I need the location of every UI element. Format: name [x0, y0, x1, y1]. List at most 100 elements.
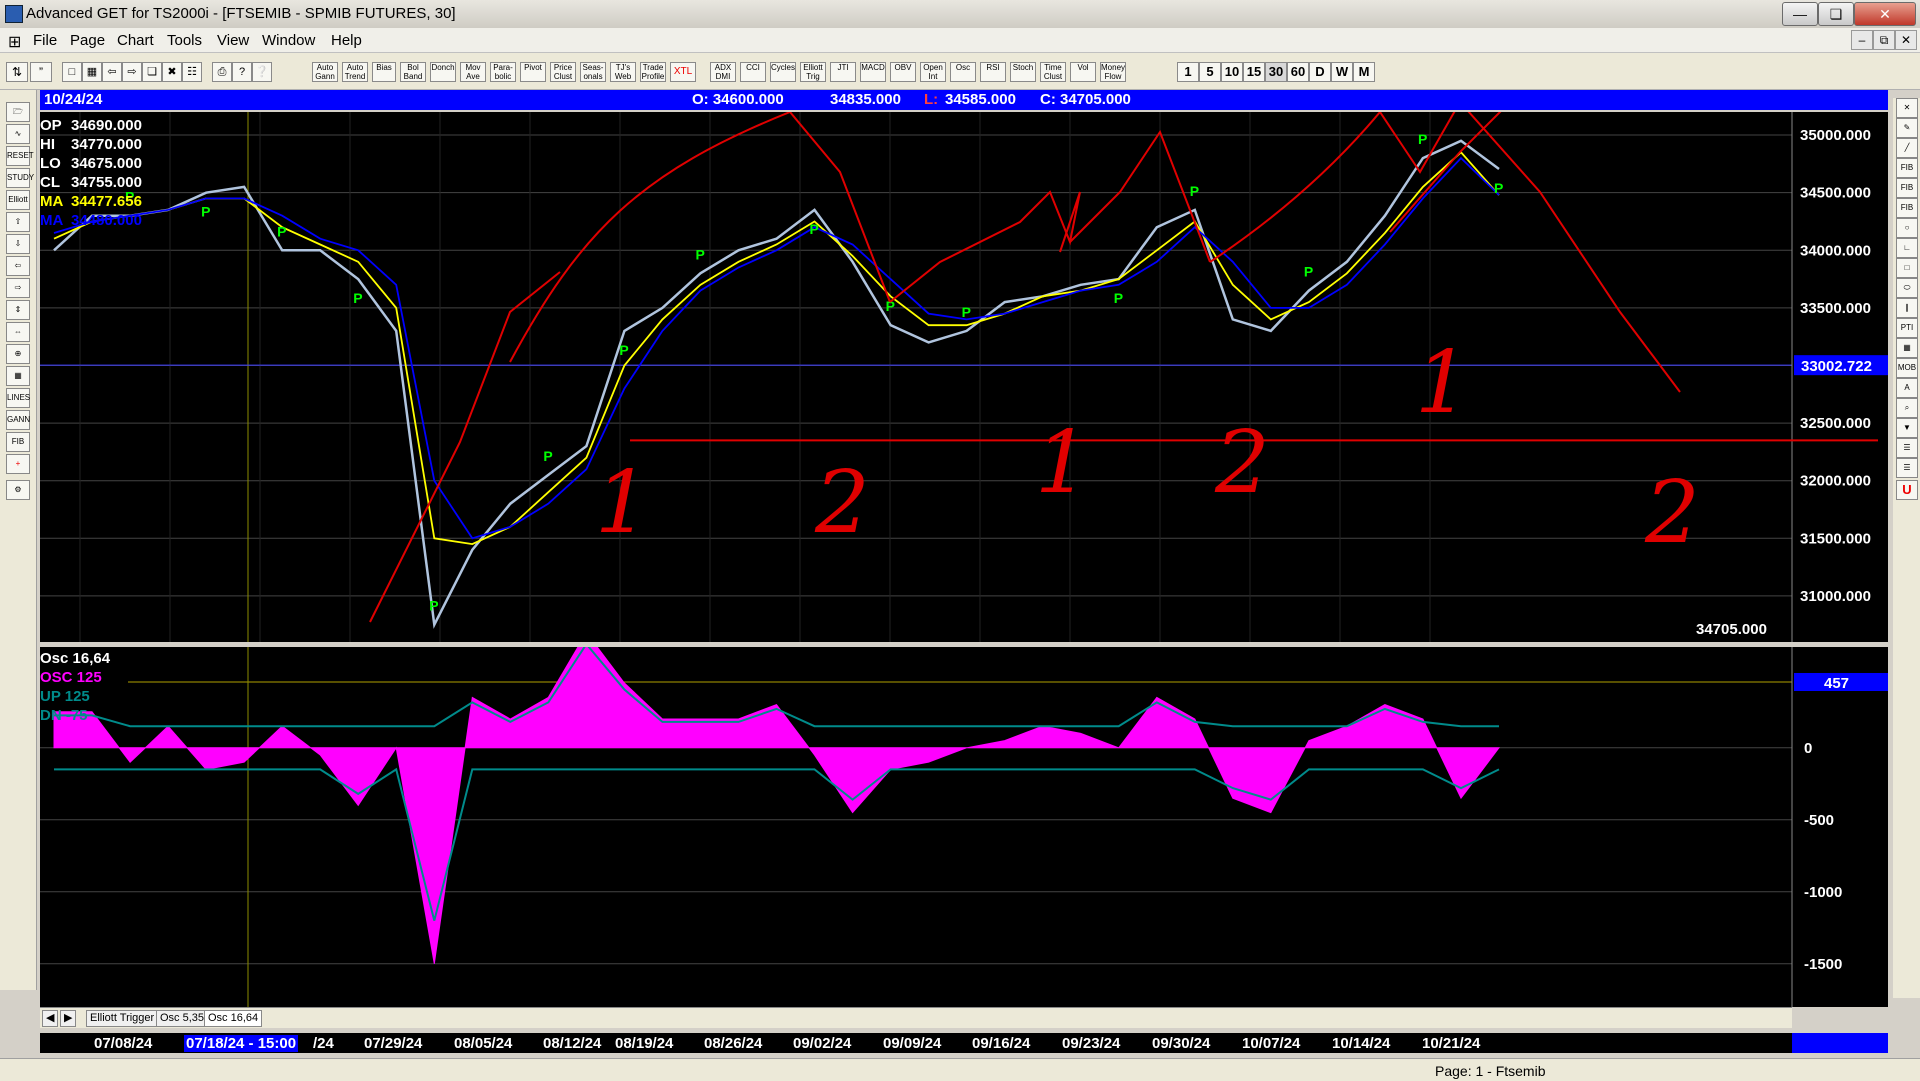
- expand-icon[interactable]: ⇔: [6, 322, 30, 342]
- cursor-icon[interactable]: ⇅: [6, 62, 28, 82]
- menu-view[interactable]: View: [217, 32, 249, 49]
- study-button-pivot[interactable]: Pivot: [520, 62, 546, 82]
- pti-button[interactable]: PTI: [1896, 318, 1918, 338]
- fib-button[interactable]: FIB: [6, 432, 30, 452]
- pencil-icon[interactable]: ✎: [1896, 118, 1918, 138]
- study-button-donch[interactable]: Donch: [430, 62, 456, 82]
- u-icon[interactable]: U: [1896, 480, 1918, 500]
- fib-time-button[interactable]: FIB: [1896, 198, 1918, 218]
- timeframe-button-w[interactable]: W: [1331, 62, 1353, 82]
- circle-icon[interactable]: ○: [1896, 218, 1918, 238]
- study-button-osc[interactable]: Osc: [950, 62, 976, 82]
- menu-window[interactable]: Window: [262, 32, 315, 49]
- arrow-up-icon[interactable]: ⇧: [6, 212, 30, 232]
- menu-help[interactable]: Help: [331, 32, 362, 49]
- menu-chart[interactable]: Chart: [117, 32, 154, 49]
- study-button-time-clust[interactable]: Time Clust: [1040, 62, 1066, 82]
- study-button-rsi[interactable]: RSI: [980, 62, 1006, 82]
- study-button-trade-profile[interactable]: Trade Profile: [640, 62, 666, 82]
- fib-ret-button[interactable]: FIB: [1896, 158, 1918, 178]
- tab-scroll-left[interactable]: ◀: [42, 1010, 59, 1027]
- folder-icon[interactable]: 🗁: [6, 102, 30, 122]
- list-icon[interactable]: ☰: [1896, 438, 1918, 458]
- doc-icon[interactable]: ⊞: [8, 32, 21, 52]
- box-icon[interactable]: □: [1896, 258, 1918, 278]
- marker-icon[interactable]: ▼: [1896, 418, 1918, 438]
- study-button-tj-s-web[interactable]: TJ's Web: [610, 62, 636, 82]
- study-button-cci[interactable]: CCI: [740, 62, 766, 82]
- minimize-button[interactable]: —: [1782, 2, 1818, 26]
- new-page-icon[interactable]: □: [62, 62, 82, 82]
- study-button-elliott-trig[interactable]: Elliott Trig: [800, 62, 826, 82]
- tab-elliott-trigger[interactable]: Elliott Trigger: [86, 1010, 159, 1027]
- doc-tool-icon[interactable]: ☰: [1896, 458, 1918, 478]
- arrow-down-icon[interactable]: ⇩: [6, 234, 30, 254]
- study-button-xtl[interactable]: XTL: [670, 62, 696, 82]
- lines-button[interactable]: LINES: [6, 388, 30, 408]
- study-button-auto-gann[interactable]: Auto Gann: [312, 62, 338, 82]
- menu-file[interactable]: File: [33, 32, 57, 49]
- grid-icon[interactable]: ☷: [182, 62, 202, 82]
- table-icon[interactable]: ▦: [6, 366, 30, 386]
- cross-icon[interactable]: +: [6, 454, 30, 474]
- timeframe-button-m[interactable]: M: [1353, 62, 1375, 82]
- timeframe-button-5[interactable]: 5: [1199, 62, 1221, 82]
- line-icon[interactable]: ╱: [1896, 138, 1918, 158]
- tab-osc-5-35[interactable]: Osc 5,35: [156, 1010, 209, 1027]
- timeframe-button-d[interactable]: D: [1309, 62, 1331, 82]
- quote-icon[interactable]: ”: [30, 62, 52, 82]
- back-icon[interactable]: ⇦: [102, 62, 122, 82]
- arrow-right-icon[interactable]: ⇨: [6, 278, 30, 298]
- tab-osc-16-64[interactable]: Osc 16,64: [204, 1010, 263, 1027]
- fan-icon[interactable]: ∟: [1896, 238, 1918, 258]
- gann-button[interactable]: GANN: [6, 410, 30, 430]
- text-icon[interactable]: A: [1896, 378, 1918, 398]
- copy-icon[interactable]: ❏: [142, 62, 162, 82]
- arrow-left-icon[interactable]: ⇦: [6, 256, 30, 276]
- tab-scroll-right[interactable]: ▶: [60, 1010, 77, 1027]
- close-button[interactable]: ✕: [1854, 2, 1916, 26]
- print-icon[interactable]: ⎙: [212, 62, 232, 82]
- reset-button[interactable]: RESET: [6, 146, 34, 166]
- study-button-bol-band[interactable]: Bol Band: [400, 62, 426, 82]
- forward-icon[interactable]: ⇨: [122, 62, 142, 82]
- zoom-icon[interactable]: ⌕: [1896, 398, 1918, 418]
- elliott-button[interactable]: Elliott: [6, 190, 30, 210]
- mob-button[interactable]: MOB: [1896, 358, 1918, 378]
- study-button[interactable]: STUDY: [6, 168, 34, 188]
- open-icon[interactable]: ▦: [82, 62, 102, 82]
- study-button-price-clust[interactable]: Price Clust: [550, 62, 576, 82]
- study-button-bias[interactable]: Bias: [372, 62, 396, 82]
- study-button-para-bolic[interactable]: Para-bolic: [490, 62, 516, 82]
- study-button-obv[interactable]: OBV: [890, 62, 916, 82]
- study-button-jti[interactable]: JTI: [830, 62, 856, 82]
- study-button-open-int[interactable]: Open Int: [920, 62, 946, 82]
- channel-icon[interactable]: ∥: [1896, 298, 1918, 318]
- grid-tool-icon[interactable]: ▦: [1896, 338, 1918, 358]
- timeframe-button-30[interactable]: 30: [1265, 62, 1287, 82]
- oscillator-panel[interactable]: 0 -500 -1000 -1500 457: [40, 647, 1888, 1007]
- wave-icon[interactable]: ∿: [6, 124, 30, 144]
- timeframe-button-1[interactable]: 1: [1177, 62, 1199, 82]
- crosshair-icon[interactable]: ⊕: [6, 344, 30, 364]
- oscillator-chart[interactable]: 0 -500 -1000 -1500 457: [40, 647, 1888, 1007]
- price-chart-panel[interactable]: 35000.000 34500.000 34000.000 33500.000 3300…: [40, 112, 1888, 642]
- settings-icon[interactable]: ⚙: [6, 480, 30, 500]
- maximize-button[interactable]: ❏: [1818, 2, 1854, 26]
- study-button-seas-onals[interactable]: Seas-onals: [580, 62, 606, 82]
- mdi-close-button[interactable]: ✕: [1895, 30, 1917, 50]
- study-button-cycles[interactable]: Cycles: [770, 62, 796, 82]
- mdi-restore-button[interactable]: ⧉: [1873, 30, 1895, 50]
- study-button-vol[interactable]: Vol: [1070, 62, 1096, 82]
- study-button-auto-trend[interactable]: Auto Trend: [342, 62, 368, 82]
- study-button-macd[interactable]: MACD: [860, 62, 886, 82]
- close-tool-icon[interactable]: ✕: [1896, 98, 1918, 118]
- price-chart[interactable]: 35000.000 34500.000 34000.000 33500.000 3300…: [40, 112, 1888, 642]
- mdi-minimize-button[interactable]: –: [1851, 30, 1873, 50]
- ellipse-icon[interactable]: ⬭: [1896, 278, 1918, 298]
- menu-page[interactable]: Page: [70, 32, 105, 49]
- timeframe-button-15[interactable]: 15: [1243, 62, 1265, 82]
- fib-ext-button[interactable]: FIB: [1896, 178, 1918, 198]
- menu-tools[interactable]: Tools: [167, 32, 202, 49]
- study-button-stoch[interactable]: Stoch: [1010, 62, 1036, 82]
